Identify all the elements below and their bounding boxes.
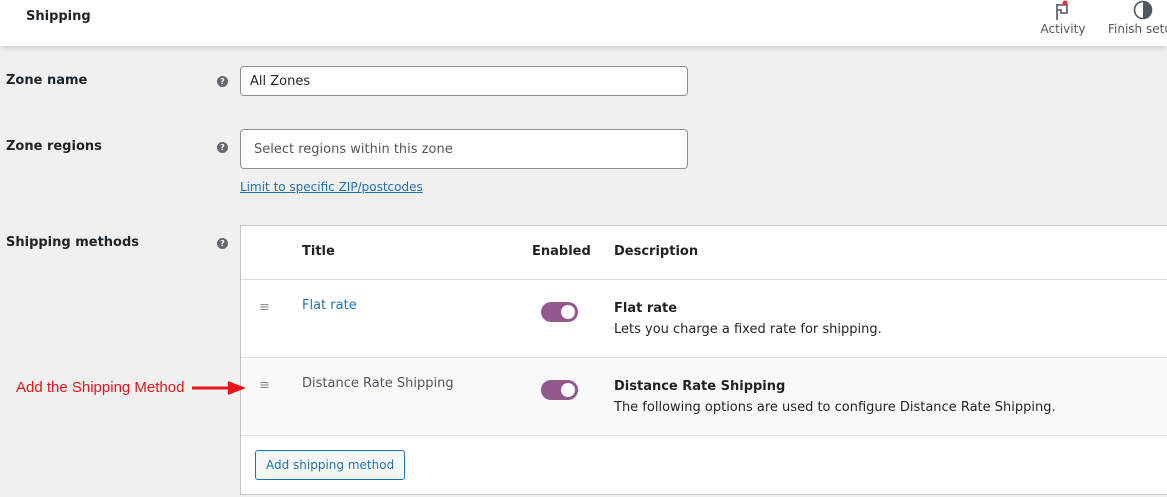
limit-postcodes-link[interactable]: Limit to specific ZIP/postcodes bbox=[240, 180, 423, 194]
zone-name-input[interactable]: All Zones bbox=[240, 66, 688, 96]
annotation-arrow-icon bbox=[192, 381, 246, 395]
drag-handle-icon[interactable]: ≡ bbox=[259, 300, 270, 315]
description-text: Lets you charge a fixed rate for shippin… bbox=[614, 322, 882, 337]
top-bar: Shipping Activity Finish setup bbox=[0, 0, 1167, 46]
method-title-link[interactable]: Flat rate bbox=[302, 298, 357, 313]
description-title: Flat rate bbox=[614, 301, 678, 316]
header-description: Description bbox=[614, 244, 699, 259]
add-shipping-method-button[interactable]: Add shipping method bbox=[255, 450, 406, 480]
help-icon[interactable]: ? bbox=[217, 76, 228, 87]
zone-regions-select[interactable]: Select regions within this zone bbox=[240, 129, 688, 169]
help-icon[interactable]: ? bbox=[217, 142, 228, 153]
enabled-toggle[interactable] bbox=[541, 302, 578, 322]
flag-icon bbox=[1056, 0, 1068, 20]
activity-label: Activity bbox=[1040, 22, 1086, 36]
description-text: The following options are used to config… bbox=[614, 400, 1056, 415]
zone-regions-label: Zone regions bbox=[6, 139, 102, 154]
table-row: ≡ Distance Rate Shipping Distance Rate S… bbox=[241, 357, 1167, 435]
zone-name-label: Zone name bbox=[6, 73, 88, 88]
finish-setup-label: Finish setup bbox=[1108, 22, 1167, 36]
activity-button[interactable]: Activity bbox=[1040, 0, 1086, 36]
method-title-link[interactable]: Distance Rate Shipping bbox=[302, 376, 454, 391]
drag-handle-icon[interactable]: ≡ bbox=[259, 378, 270, 393]
header-title: Title bbox=[302, 244, 335, 259]
shipping-methods-table: Title Enabled Description ≡ Flat rate Fl… bbox=[240, 225, 1167, 495]
help-icon[interactable]: ? bbox=[217, 238, 228, 249]
progress-circle-icon bbox=[1133, 0, 1153, 20]
shipping-methods-label: Shipping methods bbox=[6, 235, 140, 250]
description-title: Distance Rate Shipping bbox=[614, 379, 786, 394]
annotation-text: Add the Shipping Method bbox=[16, 379, 185, 396]
finish-setup-button[interactable]: Finish setup bbox=[1108, 0, 1167, 36]
header-enabled: Enabled bbox=[532, 244, 591, 259]
page-title: Shipping bbox=[26, 9, 91, 24]
table-row: ≡ Flat rate Flat rate Lets you charge a f… bbox=[241, 279, 1167, 357]
enabled-toggle[interactable] bbox=[541, 380, 578, 400]
